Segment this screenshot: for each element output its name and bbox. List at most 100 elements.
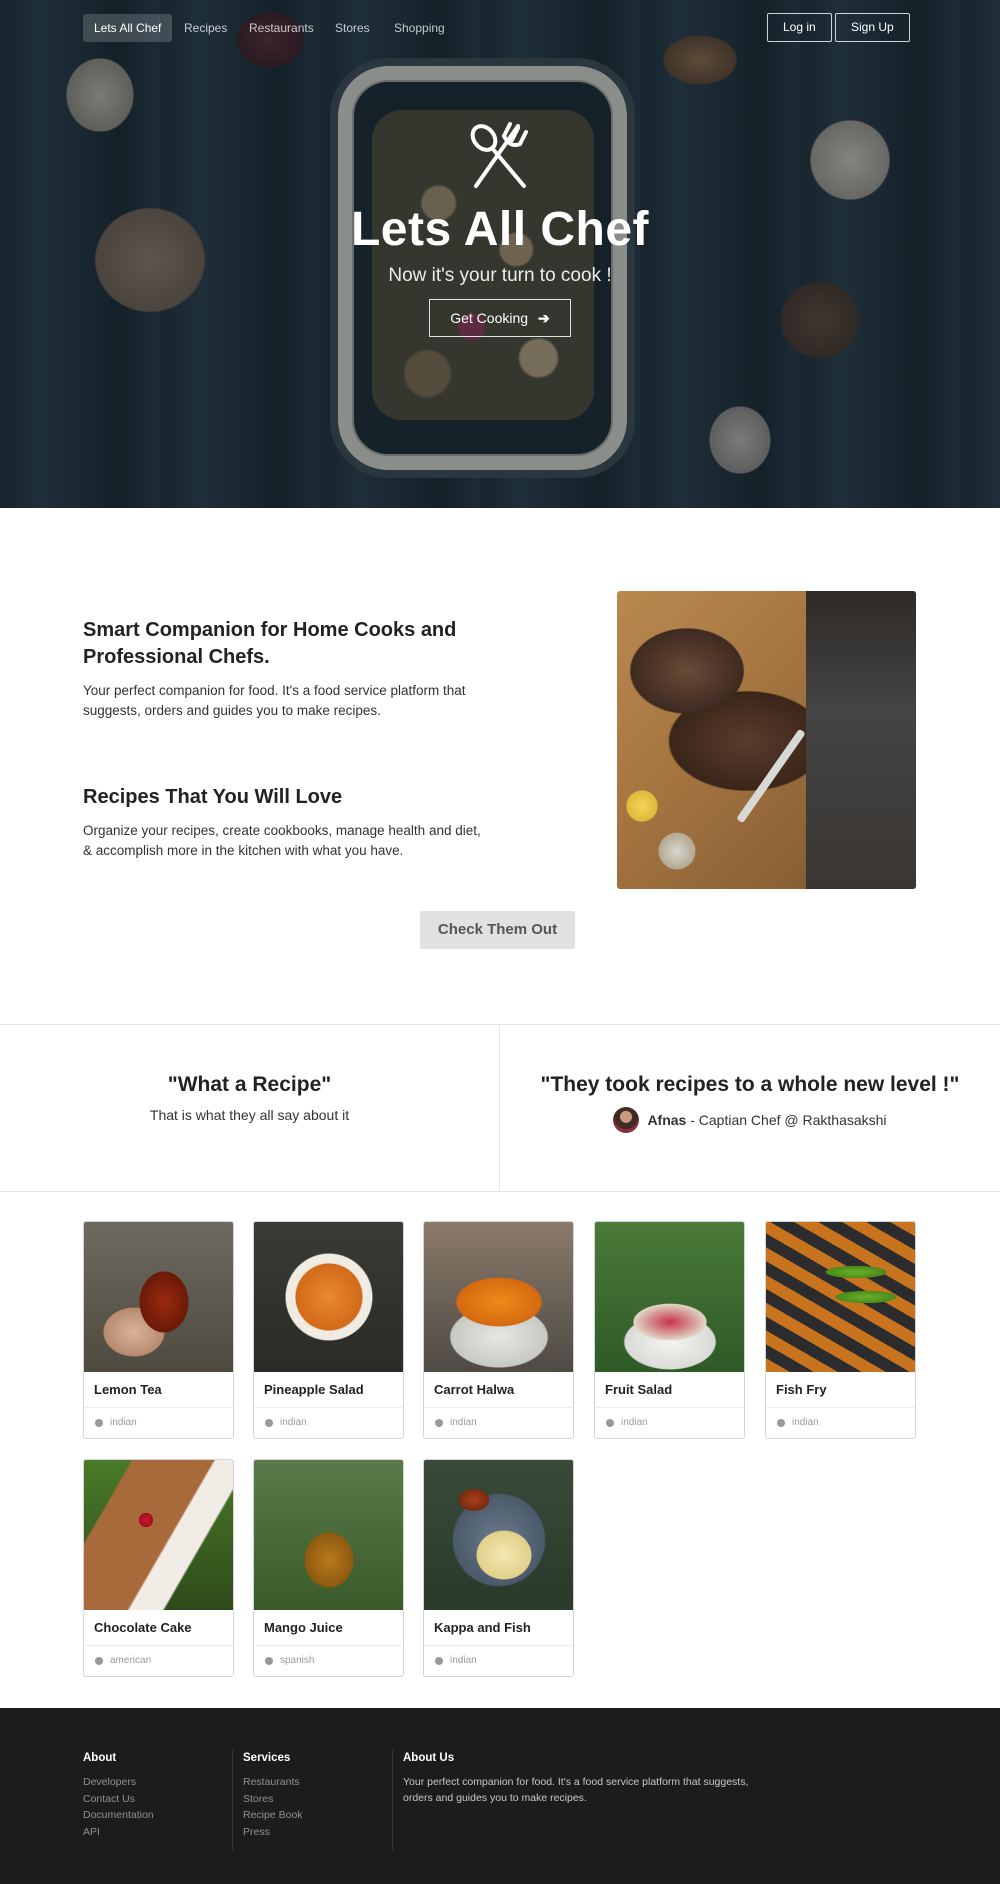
recipe-card[interactable]: Chocolate Cake american [83,1459,234,1677]
hero-content: Lets All Chef Now it's your turn to cook… [0,118,1000,337]
recipe-meta: indian [766,1408,915,1438]
globe-icon [435,1657,443,1665]
globe-icon [95,1419,103,1427]
recipe-image [254,1460,403,1610]
testimonial-quote: "What a Recipe" [167,1073,332,1096]
recipe-meta: spanish [254,1646,403,1676]
testimonial-quote: "They took recipes to a whole new level … [540,1073,960,1096]
footer-link-api[interactable]: API [83,1824,154,1841]
recipe-cuisine: indian [450,1417,477,1428]
feature-text: Your perfect companion for food. It's a … [83,683,466,718]
recipe-image [595,1222,744,1372]
recipe-image [766,1222,915,1372]
globe-icon [435,1419,443,1427]
nav-item-stores[interactable]: Stores [324,14,381,42]
testimonial-subtitle: That is what they all say about it [149,1107,350,1123]
footer-link-recipe-book[interactable]: Recipe Book [243,1807,303,1824]
feature-title: Smart Companion for Home Cooks and Profe… [83,619,457,668]
recipe-meta: indian [595,1408,744,1438]
testimonials-section: "What a Recipe" That is what they all sa… [0,1024,1000,1192]
recipes-grid: Lemon Tea indian Pineapple Salad indian … [0,1192,1000,1708]
recipe-title: Fish Fry [766,1372,915,1408]
recipe-meta: indian [424,1408,573,1438]
recipe-card[interactable]: Mango Juice spanish [253,1459,404,1677]
nav-item-restaurants[interactable]: Restaurants [238,14,325,42]
recipe-title: Pineapple Salad [254,1372,403,1408]
recipe-card[interactable]: Kappa and Fish indian [423,1459,574,1677]
author-name: Afnas [647,1112,687,1128]
footer: About Developers Contact Us Documentatio… [0,1708,1000,1884]
utensils-icon [470,122,528,188]
footer-link-press[interactable]: Press [243,1824,303,1841]
feature-companion: Smart Companion for Home Cooks and Profe… [83,617,483,721]
recipe-meta: indian [424,1646,573,1676]
globe-icon [777,1419,785,1427]
recipe-meta: american [84,1646,233,1676]
recipe-cuisine: indian [792,1417,819,1428]
footer-link-documentation[interactable]: Documentation [83,1807,154,1824]
nav-item-shopping[interactable]: Shopping [383,14,456,42]
globe-icon [95,1657,103,1665]
recipe-card[interactable]: Fish Fry indian [765,1221,916,1439]
footer-link-stores[interactable]: Stores [243,1791,303,1808]
footer-divider [232,1750,233,1850]
feature-recipes: Recipes That You Will Love Organize your… [83,784,483,861]
recipe-title: Lemon Tea [84,1372,233,1408]
check-them-out-button[interactable]: Check Them Out [420,911,575,949]
nav-item-recipes[interactable]: Recipes [173,14,238,42]
feature-title: Recipes That You Will Love [83,786,343,808]
recipe-card[interactable]: Pineapple Salad indian [253,1221,404,1439]
footer-link-developers[interactable]: Developers [83,1774,154,1791]
signup-button[interactable]: Sign Up [835,13,910,42]
recipe-card[interactable]: Lemon Tea indian [83,1221,234,1439]
recipe-title: Fruit Salad [595,1372,744,1408]
get-cooking-button[interactable]: Get Cooking ➔ [429,299,571,337]
footer-about-text: Your perfect companion for food. It's a … [403,1776,749,1804]
hero-title: Lets All Chef [350,203,650,256]
recipe-image [424,1460,573,1610]
recipe-cuisine: indian [280,1417,307,1428]
knife [736,728,806,824]
hero-section: Lets All Chef Recipes Restaurants Stores… [0,0,1000,508]
recipe-card[interactable]: Carrot Halwa indian [423,1221,574,1439]
footer-divider [392,1750,393,1850]
testimonial-what-a-recipe: "What a Recipe" That is what they all sa… [0,1073,499,1123]
recipe-cuisine: indian [621,1417,648,1428]
footer-link-restaurants[interactable]: Restaurants [243,1774,303,1791]
globe-icon [265,1419,273,1427]
footer-heading: About Us [403,1752,455,1764]
recipe-card[interactable]: Fruit Salad indian [594,1221,745,1439]
recipe-image [254,1222,403,1372]
footer-heading: Services [243,1752,291,1764]
footer-services: Services Restaurants Stores Recipe Book … [243,1752,303,1840]
recipe-meta: indian [84,1408,233,1438]
recipe-cuisine: spanish [280,1655,315,1666]
globe-icon [606,1419,614,1427]
recipe-cuisine: american [110,1655,152,1666]
recipe-title: Mango Juice [254,1610,403,1646]
footer-link-contact[interactable]: Contact Us [83,1791,154,1808]
recipe-image [84,1222,233,1372]
recipe-image [424,1222,573,1372]
hero-subtitle: Now it's your turn to cook ! [388,265,612,286]
footer-about-us: About Us Your perfect companion for food… [403,1752,763,1806]
arrow-right-icon: ➔ [538,310,550,326]
feature-text: Organize your recipes, create cookbooks,… [83,823,481,858]
recipe-meta: indian [254,1408,403,1438]
nav-brand[interactable]: Lets All Chef [83,14,173,42]
get-cooking-label: Get Cooking [450,310,529,326]
recipe-title: Carrot Halwa [424,1372,573,1408]
recipe-title: Kappa and Fish [424,1610,573,1646]
recipe-image [84,1460,233,1610]
login-button[interactable]: Log in [767,13,832,42]
carving-meat-image [617,591,916,889]
author-role: - Captian Chef @ Rakthasakshi [686,1112,887,1128]
footer-heading: About [83,1752,117,1764]
testimonial-author: Afnas - Captian Chef @ Rakthasakshi [613,1107,887,1133]
chef-hand [806,591,916,889]
avatar [613,1107,640,1133]
recipe-cuisine: indian [110,1417,137,1428]
recipe-cuisine: indian [450,1655,477,1666]
features-section: Smart Companion for Home Cooks and Profe… [0,508,1000,1024]
recipe-title: Chocolate Cake [84,1610,233,1646]
